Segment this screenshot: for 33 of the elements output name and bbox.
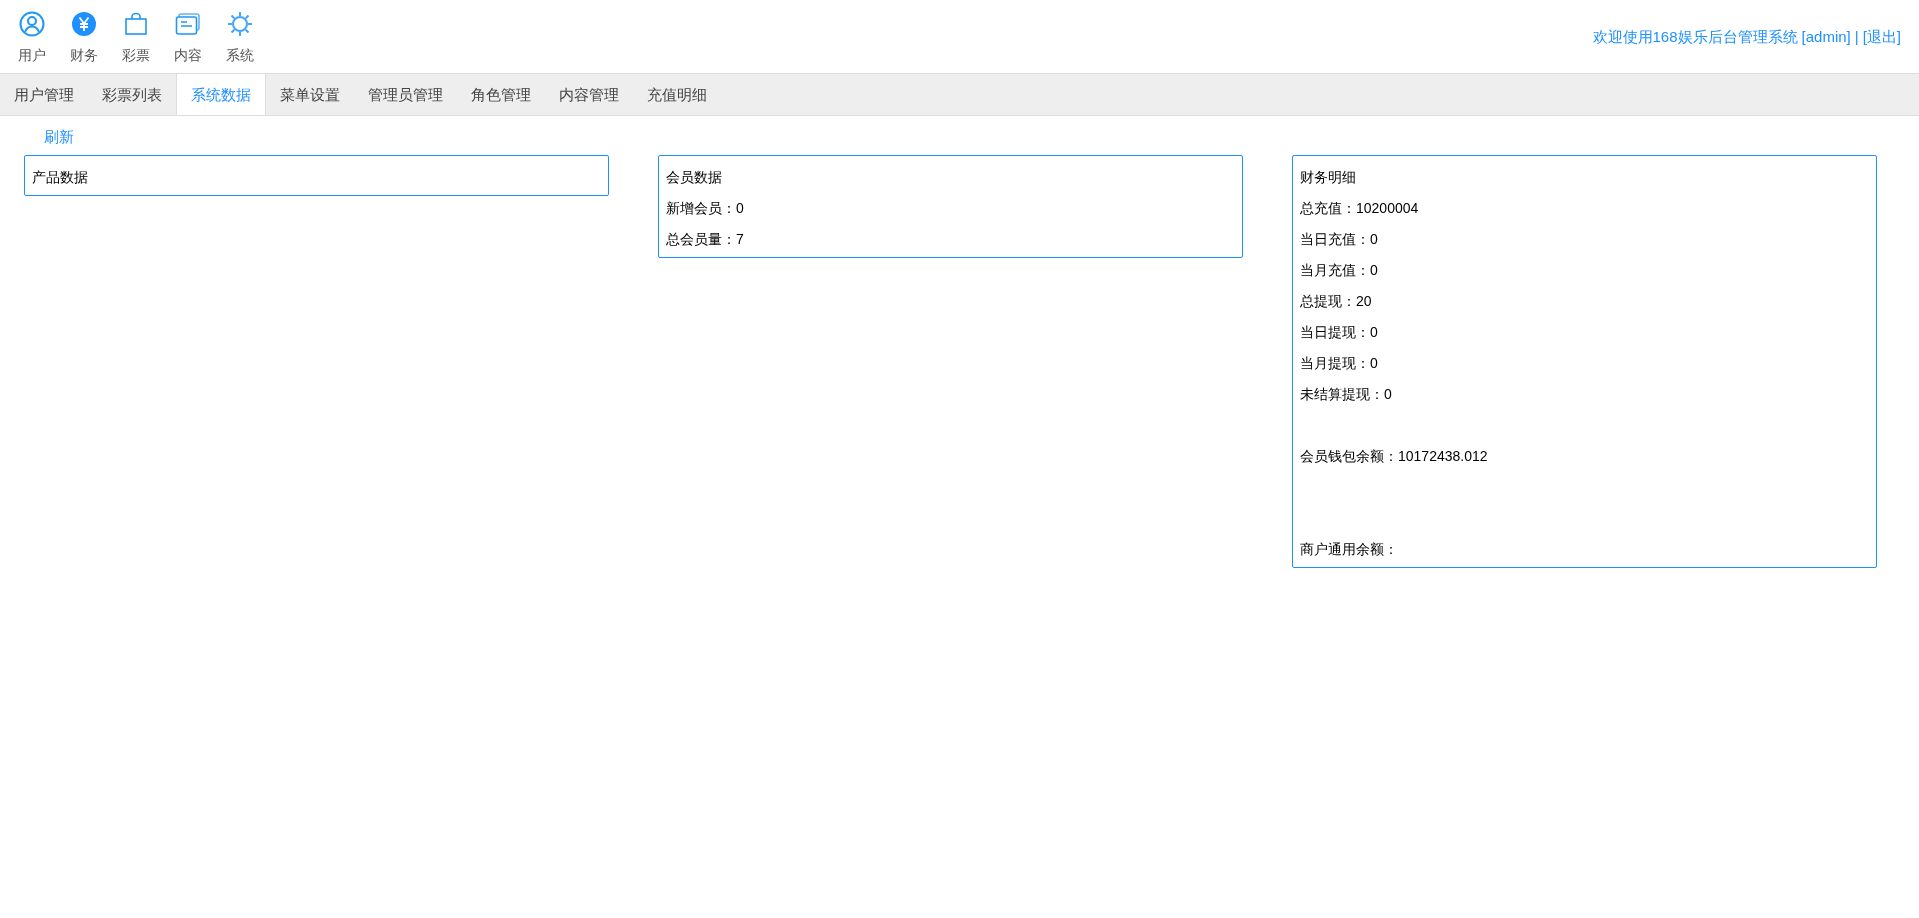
stat-line: 会员钱包余额：10172438.012 (1300, 447, 1489, 466)
nav-item[interactable]: 用户 (12, 11, 51, 65)
tab[interactable]: 管理员管理 (354, 74, 457, 115)
tab[interactable]: 充值明细 (633, 74, 721, 115)
bag-icon (122, 11, 149, 37)
tab[interactable]: 菜单设置 (266, 74, 354, 115)
stat-line: 新增会员：0 (666, 199, 745, 218)
settings-icon (226, 11, 253, 37)
welcome-text: 欢迎使用168娱乐后台管理系统 (1592, 28, 1798, 47)
nav-item[interactable]: 财务 (64, 11, 103, 65)
panel-title: 会员数据 (666, 168, 723, 187)
tab[interactable]: 内容管理 (545, 74, 633, 115)
stat-line: 当月提现：0 (1300, 354, 1379, 373)
tab[interactable]: 彩票列表 (88, 74, 176, 115)
user-icon (18, 11, 45, 37)
stat-line: 当日充值：0 (1300, 230, 1379, 249)
panel-title: 产品数据 (32, 168, 89, 187)
stat-line: 商户通用余额： (1300, 540, 1399, 559)
yen-icon (70, 11, 97, 37)
document-icon (174, 11, 201, 37)
nav-item[interactable]: 内容 (168, 11, 207, 65)
nav-item[interactable]: 彩票 (116, 11, 155, 65)
separator: | (1854, 28, 1859, 47)
stat-line: 当日提现：0 (1300, 323, 1379, 342)
stat-line: 当月充值：0 (1300, 261, 1379, 280)
stat-line: 总会员量：7 (666, 230, 745, 249)
tab[interactable]: 用户管理 (0, 74, 88, 115)
stat-line: 总充值：10200004 (1300, 199, 1420, 218)
stat-line: 总提现：20 (1300, 292, 1373, 311)
stat-line: 未结算提现：0 (1300, 385, 1393, 404)
nav-item[interactable]: 系统 (220, 11, 259, 65)
panel-title: 财务明细 (1300, 168, 1357, 187)
tab[interactable]: 角色管理 (457, 74, 545, 115)
